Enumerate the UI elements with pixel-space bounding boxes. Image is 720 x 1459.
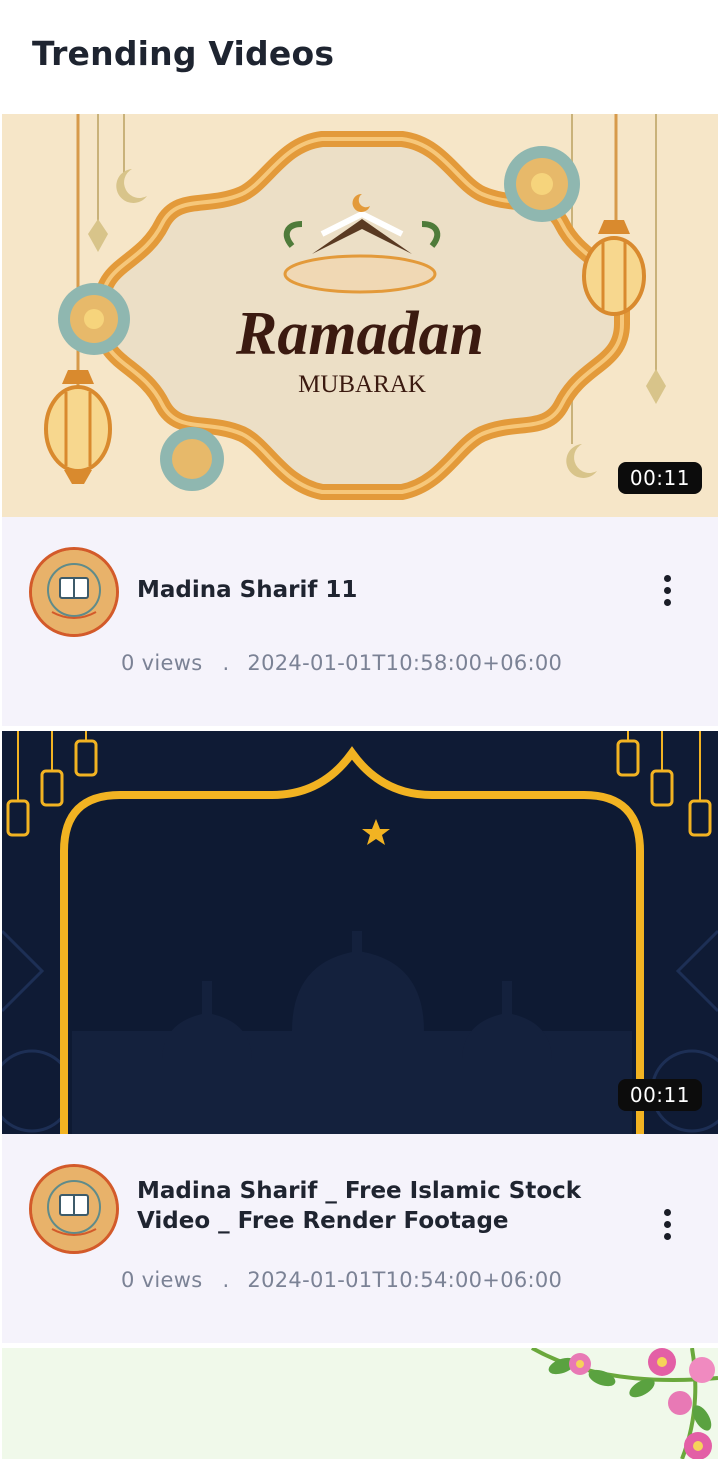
- channel-avatar[interactable]: [29, 1164, 119, 1254]
- video-thumbnail[interactable]: [2, 1348, 718, 1459]
- ramadan-thumbnail-art: Ramadan MUBARAK: [2, 114, 718, 517]
- duration-badge: 00:11: [617, 1079, 702, 1111]
- video-card[interactable]: [2, 1348, 718, 1459]
- page-header: Trending Videos: [0, 0, 720, 112]
- book-logo-icon: [32, 1167, 116, 1251]
- video-thumbnail[interactable]: 00:11: [2, 731, 718, 1134]
- more-options-button[interactable]: [650, 566, 684, 614]
- view-count: 0 views: [121, 651, 203, 675]
- publish-date: 2024-01-01T10:54:00+06:00: [247, 1268, 563, 1292]
- meta-separator: .: [222, 651, 230, 675]
- svg-text:Ramadan: Ramadan: [235, 300, 484, 368]
- video-card[interactable]: Ramadan MUBARAK 00:11 Madina Sharif 11 0…: [2, 114, 718, 726]
- floral-thumbnail-art: [2, 1348, 718, 1459]
- mosque-thumbnail-art: [2, 731, 718, 1134]
- video-title[interactable]: Madina Sharif _ Free Islamic Stock Video…: [137, 1176, 607, 1236]
- video-thumbnail[interactable]: Ramadan MUBARAK 00:11: [2, 114, 718, 517]
- channel-avatar[interactable]: [29, 547, 119, 637]
- video-meta: 0 views. 2024-01-01T10:54:00+06:00: [121, 1268, 562, 1292]
- view-count: 0 views: [121, 1268, 203, 1292]
- more-options-button[interactable]: [650, 1200, 684, 1248]
- more-vertical-icon: [663, 1208, 671, 1216]
- video-card[interactable]: 00:11 Madina Sharif _ Free Islamic Stock…: [2, 731, 718, 1343]
- video-title[interactable]: Madina Sharif 11: [137, 575, 607, 605]
- svg-text:MUBARAK: MUBARAK: [298, 371, 426, 398]
- video-meta: 0 views. 2024-01-01T10:58:00+06:00: [121, 651, 562, 675]
- publish-date: 2024-01-01T10:58:00+06:00: [247, 651, 563, 675]
- more-vertical-icon: [663, 574, 671, 582]
- page-title: Trending Videos: [32, 34, 335, 73]
- meta-separator: .: [222, 1268, 230, 1292]
- duration-badge: 00:11: [617, 462, 702, 494]
- book-logo-icon: [32, 550, 116, 634]
